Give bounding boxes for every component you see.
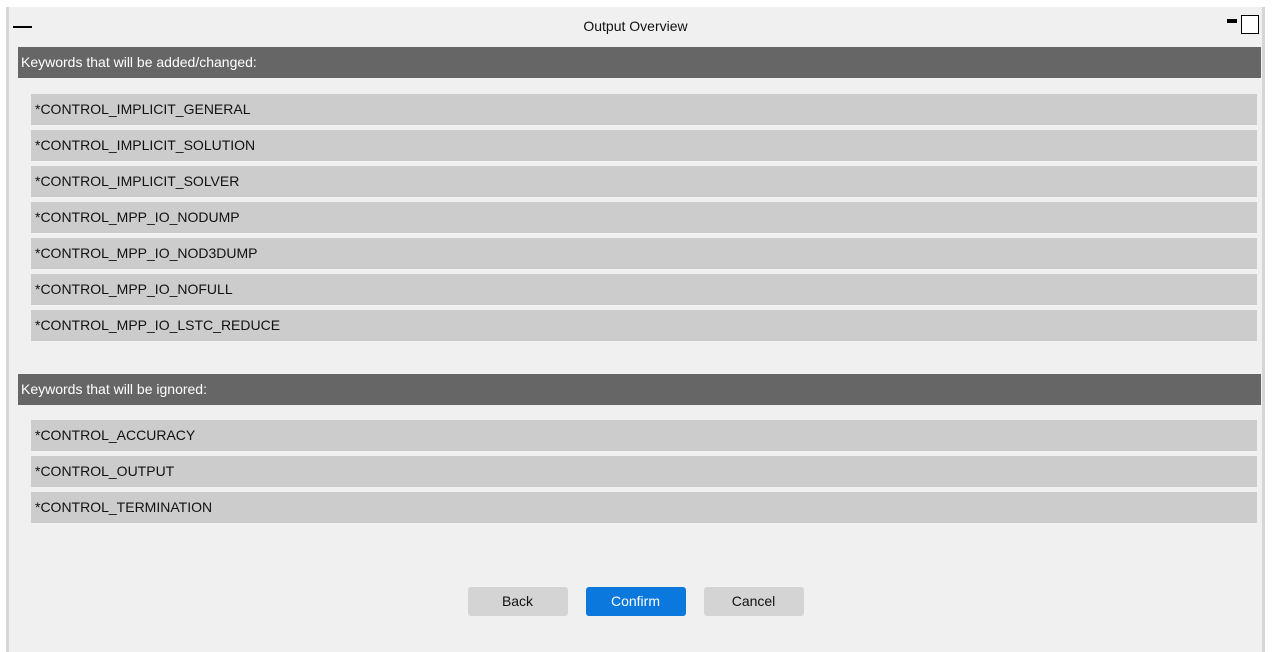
title-bar: Output Overview [9,7,1262,45]
added-keyword-row: *CONTROL_MPP_IO_LSTC_REDUCE [31,310,1257,341]
added-keyword-row: *CONTROL_MPP_IO_NOD3DUMP [31,238,1257,269]
added-keyword-row: *CONTROL_IMPLICIT_SOLVER [31,166,1257,197]
added-keywords-header: Keywords that will be added/changed: [18,47,1261,78]
ignored-keyword-row: *CONTROL_TERMINATION [31,492,1257,523]
added-keywords-list: *CONTROL_IMPLICIT_GENERAL *CONTROL_IMPLI… [31,94,1257,346]
added-keyword-row: *CONTROL_IMPLICIT_SOLUTION [31,130,1257,161]
window-title: Output Overview [583,18,688,34]
ignored-keyword-row: *CONTROL_ACCURACY [31,420,1257,451]
added-keyword-row: *CONTROL_MPP_IO_NODUMP [31,202,1257,233]
ignored-keywords-list: *CONTROL_ACCURACY *CONTROL_OUTPUT *CONTR… [31,420,1257,528]
dialog-buttons: Back Confirm Cancel [9,587,1262,616]
ignored-keywords-header: Keywords that will be ignored: [18,374,1261,405]
back-button[interactable]: Back [467,587,568,616]
output-overview-window: Output Overview Keywords that will be ad… [6,7,1265,652]
minimize-icon[interactable] [1227,19,1237,23]
maximize-square-icon[interactable] [1241,15,1259,34]
ignored-keyword-row: *CONTROL_OUTPUT [31,456,1257,487]
confirm-button[interactable]: Confirm [585,587,686,616]
added-keyword-row: *CONTROL_IMPLICIT_GENERAL [31,94,1257,125]
cancel-button[interactable]: Cancel [703,587,804,616]
added-keyword-row: *CONTROL_MPP_IO_NOFULL [31,274,1257,305]
